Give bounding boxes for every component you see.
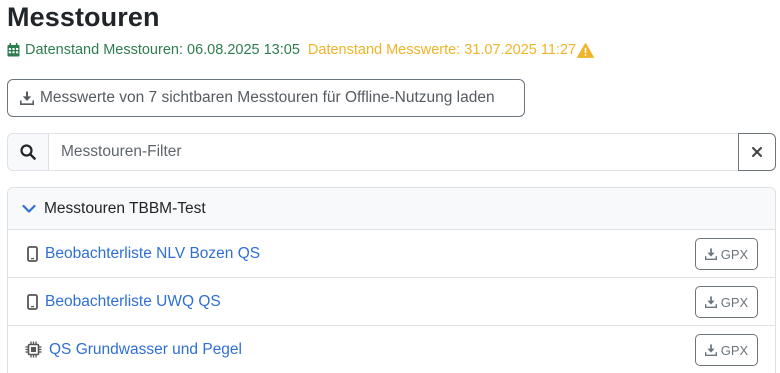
warning-icon [577, 42, 595, 58]
gpx-label: GPX [720, 342, 749, 358]
phone-icon [23, 293, 41, 310]
tour-link[interactable]: Beobachterliste UWQ QS [45, 293, 221, 311]
calendar-icon [7, 43, 20, 57]
data-status-line: Datenstand Messtouren: 06.08.2025 13:05 … [7, 42, 595, 58]
tour-row: Beobachterliste NLV Bozen QS GPX [8, 230, 775, 278]
close-icon [752, 147, 762, 157]
gpx-download-button[interactable]: GPX [695, 334, 758, 366]
download-icon [704, 344, 717, 356]
offline-download-button[interactable]: Messwerte von 7 sichtbaren Messtouren fü… [7, 79, 525, 117]
phone-icon [23, 245, 41, 262]
tour-link[interactable]: Beobachterliste NLV Bozen QS [45, 245, 260, 263]
download-icon [20, 91, 34, 105]
gpx-label: GPX [720, 246, 749, 262]
tours-status: Datenstand Messtouren: 06.08.2025 13:05 [7, 42, 300, 58]
tour-filter-input[interactable] [48, 133, 739, 171]
values-status-text: Datenstand Messwerte: 31.07.2025 11:27 [307, 42, 577, 58]
tour-link[interactable]: QS Grundwasser und Pegel [49, 341, 242, 359]
tour-group-header[interactable]: Messtouren TBBM-Test [8, 188, 775, 230]
tour-group-title: Messtouren TBBM-Test [44, 199, 206, 217]
values-status: Datenstand Messwerte: 31.07.2025 11:27 [307, 42, 595, 58]
search-icon [20, 144, 36, 160]
download-icon [704, 296, 717, 308]
offline-download-label: Messwerte von 7 sichtbaren Messtouren fü… [40, 89, 495, 106]
tour-filter [7, 133, 776, 171]
search-addon [7, 133, 48, 171]
chip-icon [23, 341, 43, 358]
tours-status-text: Datenstand Messtouren: 06.08.2025 13:05 [25, 42, 300, 58]
tour-row: Beobachterliste UWQ QS GPX [8, 278, 775, 326]
download-icon [704, 248, 717, 260]
gpx-download-button[interactable]: GPX [695, 238, 758, 270]
gpx-download-button[interactable]: GPX [695, 286, 758, 318]
clear-filter-button[interactable] [738, 133, 776, 171]
tour-row: QS Grundwasser und Pegel GPX [8, 326, 775, 373]
page-title: Messtouren [7, 2, 160, 32]
gpx-label: GPX [720, 294, 749, 310]
tour-group: Messtouren TBBM-Test Beobachterliste NLV… [7, 187, 776, 373]
chevron-down-icon [22, 204, 36, 213]
